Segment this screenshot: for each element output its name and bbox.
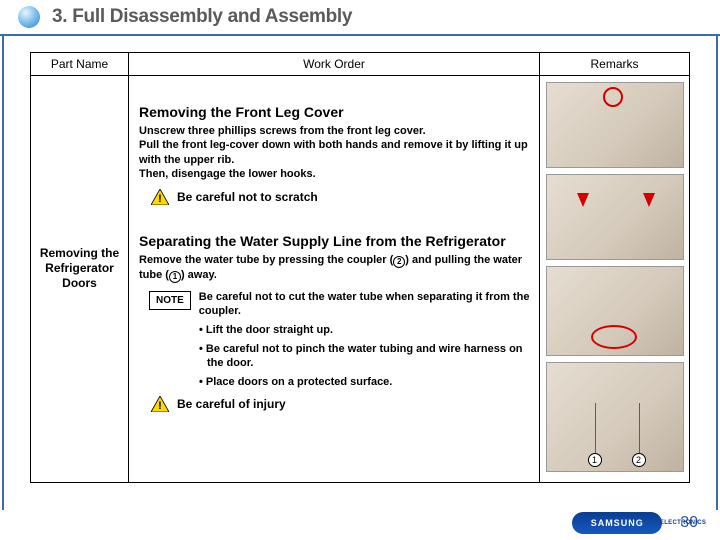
step1-title: Removing the Front Leg Cover: [139, 104, 531, 120]
svg-text:!: !: [158, 400, 162, 412]
col-header-workorder: Work Order: [129, 53, 540, 76]
step1-warning-row: ! Be careful not to scratch: [151, 189, 531, 205]
disassembly-table: Part Name Work Order Remarks Removing th…: [30, 52, 690, 483]
part-name-text: Removing the Refrigerator Doors: [31, 246, 128, 291]
note-label: NOTE: [149, 291, 191, 310]
svg-text:!: !: [158, 193, 162, 205]
step2-bullets: • Lift the door straight up. • Be carefu…: [199, 323, 531, 390]
photo-leg-cover-hands: [546, 174, 684, 260]
note-body: Be careful not to cut the water tube whe…: [199, 291, 531, 319]
step2-warning-row: ! Be careful of injury: [151, 396, 531, 412]
brand-sub: ELECTRONICS: [660, 520, 706, 526]
brand-logo: SAMSUNG ELECTRONICS: [572, 512, 662, 534]
circled-1: 1: [169, 271, 181, 283]
green-leader-line: [639, 403, 640, 457]
photo-rear-panel: [546, 266, 684, 356]
bullet-item: • Lift the door straight up.: [199, 323, 531, 338]
step1-warning-text: Be careful not to scratch: [177, 190, 318, 204]
bullet-item: • Place doors on a protected surface.: [199, 375, 531, 390]
header-orb-icon: [18, 6, 40, 28]
red-circle-annotation: [603, 87, 623, 107]
red-circle-annotation: [591, 325, 637, 349]
photo-water-line: 1 2: [546, 362, 684, 472]
section-header: 3. Full Disassembly and Assembly: [0, 0, 720, 36]
remarks-cell: 1 2: [540, 76, 690, 483]
warning-icon: !: [151, 189, 169, 205]
work-order-cell: Removing the Front Leg Cover Unscrew thr…: [129, 76, 540, 483]
part-name-cell: Removing the Refrigerator Doors: [31, 76, 129, 483]
col-header-partname: Part Name: [31, 53, 129, 76]
section-title: 3. Full Disassembly and Assembly: [52, 6, 352, 28]
step2-title: Separating the Water Supply Line from th…: [139, 233, 531, 249]
circled-2: 2: [393, 256, 405, 268]
step2-warning-text: Be careful of injury: [177, 397, 286, 411]
callout-2: 2: [632, 453, 646, 467]
page-footer: SAMSUNG ELECTRONICS 30: [0, 512, 720, 534]
green-leader-line: [595, 403, 596, 457]
photo-leg-cover-top: [546, 82, 684, 168]
step2-body: Remove the water tube by pressing the co…: [139, 253, 531, 283]
col-header-remarks: Remarks: [540, 53, 690, 76]
bullet-item: • Be careful not to pinch the water tubi…: [199, 342, 531, 372]
callout-1: 1: [588, 453, 602, 467]
step1-body: Unscrew three phillips screws from the f…: [139, 124, 531, 181]
red-arrow-icon: [643, 193, 655, 207]
note-row: NOTE Be careful not to cut the water tub…: [149, 291, 531, 319]
warning-icon: !: [151, 396, 169, 412]
red-arrow-icon: [577, 193, 589, 207]
